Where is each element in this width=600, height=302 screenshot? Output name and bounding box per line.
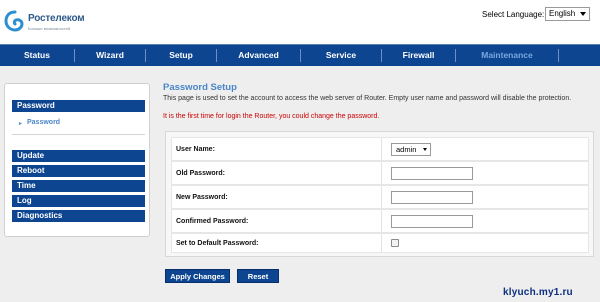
column-divider <box>381 186 382 208</box>
new-password-label: New Password: <box>176 194 228 201</box>
sidebar-item-password[interactable]: Password <box>12 100 145 112</box>
default-password-checkbox[interactable] <box>391 239 399 247</box>
user-name-label: User Name: <box>176 146 215 153</box>
logo-name: Ростелеком <box>28 13 85 24</box>
apply-changes-button[interactable]: Apply Changes <box>165 269 230 283</box>
page-title: Password Setup <box>163 82 237 93</box>
password-form: User Name: admin Old Password: New Passw… <box>165 131 594 257</box>
nav-service[interactable]: Service <box>301 45 381 66</box>
new-password-field[interactable] <box>391 191 473 204</box>
rostelecom-logo-icon <box>4 10 24 32</box>
form-row-user-name: User Name: admin <box>171 137 589 161</box>
form-row-confirmed-password: Confirmed Password: <box>171 209 589 233</box>
nav-status[interactable]: Status <box>0 45 74 66</box>
sidebar-item-log[interactable]: Log <box>12 195 145 207</box>
language-select[interactable]: English <box>545 7 590 21</box>
confirmed-password-label: Confirmed Password: <box>176 218 249 225</box>
language-label: Select Language: <box>482 10 545 19</box>
reset-button[interactable]: Reset <box>237 269 279 283</box>
form-row-default-password: Set to Default Password: <box>171 233 589 253</box>
chevron-down-icon <box>580 12 586 16</box>
form-row-old-password: Old Password: <box>171 161 589 185</box>
sidebar: Password ▸ Password Update Reboot Time L… <box>4 83 150 237</box>
bullet-arrow-icon: ▸ <box>19 121 23 127</box>
nav-maintenance[interactable]: Maintenance <box>456 45 558 66</box>
column-divider <box>381 162 382 184</box>
logo-tagline: Больше возможностей <box>28 26 71 31</box>
column-divider <box>381 210 382 232</box>
default-password-label: Set to Default Password: <box>176 240 259 247</box>
column-divider <box>381 138 382 160</box>
sidebar-item-reboot[interactable]: Reboot <box>12 165 145 177</box>
user-name-select-value: admin <box>396 145 417 154</box>
form-row-new-password: New Password: <box>171 185 589 209</box>
first-login-warning: It is the first time for login the Route… <box>163 113 380 120</box>
header: Ростелеком Больше возможностей Select La… <box>0 0 600 44</box>
sidebar-subitem-password[interactable]: Password <box>27 119 60 126</box>
nav-setup[interactable]: Setup <box>146 45 216 66</box>
language-select-value: English <box>549 9 576 18</box>
sidebar-item-time[interactable]: Time <box>12 180 145 192</box>
user-name-select[interactable]: admin <box>391 143 431 156</box>
router-admin-page: Ростелеком Больше возможностей Select La… <box>0 0 600 302</box>
rostelecom-logo: Ростелеком Больше возможностей <box>4 8 104 38</box>
page-description: This page is used to set the account to … <box>163 95 572 102</box>
chevron-down-icon <box>423 148 427 151</box>
site-watermark: klyuch.my1.ru <box>503 287 573 298</box>
old-password-label: Old Password: <box>176 170 226 177</box>
confirmed-password-field[interactable] <box>391 215 473 228</box>
sidebar-item-update[interactable]: Update <box>12 150 145 162</box>
nav-firewall[interactable]: Firewall <box>382 45 455 66</box>
sidebar-item-diagnostics[interactable]: Diagnostics <box>12 210 145 222</box>
nav-wizard[interactable]: Wizard <box>75 45 145 66</box>
nav-advanced[interactable]: Advanced <box>217 45 300 66</box>
old-password-field[interactable] <box>391 167 473 180</box>
sidebar-divider <box>12 134 145 135</box>
main-nav: Status Wizard Setup Advanced Service Fir… <box>0 44 600 66</box>
nav-divider <box>558 49 559 62</box>
column-divider <box>381 234 382 252</box>
